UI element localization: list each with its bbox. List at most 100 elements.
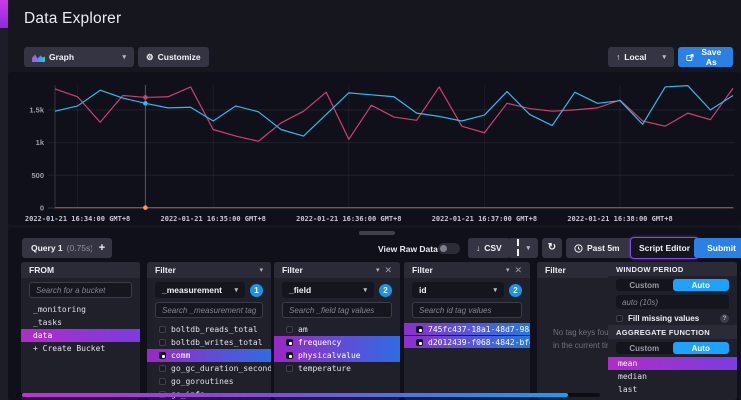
id-search-input[interactable]	[412, 302, 522, 318]
selected-count-badge: 2	[509, 284, 522, 297]
download-icon: ↓	[476, 244, 480, 253]
tag-value-item[interactable]: am	[274, 323, 400, 336]
tag-value-item-selected[interactable]: 745fc437-18a1-48d7-98a6-7…	[404, 323, 530, 335]
customize-label: Customize	[158, 52, 201, 62]
tag-value-item-selected[interactable]: comm	[147, 349, 271, 362]
add-query-button[interactable]: +	[92, 238, 112, 258]
close-icon[interactable]: ✕	[384, 265, 392, 276]
tag-key-dropdown[interactable]: _measurement ▾	[155, 282, 245, 298]
toggle-knob	[440, 245, 447, 252]
pause-button[interactable]: ▾	[508, 238, 538, 258]
tag-value-item[interactable]: go_goroutines	[147, 375, 271, 388]
svg-text:2022-01-21 16:36:00 GMT+8: 2022-01-21 16:36:00 GMT+8	[296, 215, 401, 223]
tag-value-item[interactable]: boltdb_writes_total	[147, 336, 271, 349]
tag-value-item[interactable]: boltdb_reads_total	[147, 323, 271, 336]
refresh-icon: ↻	[548, 243, 556, 253]
checkbox	[159, 378, 166, 385]
time-series-chart[interactable]: 05001k1.5k2022-01-21 16:34:00 GMT+82022-…	[8, 72, 741, 225]
horizontal-scrollbar-thumb[interactable]	[22, 393, 568, 397]
tag-value-item-selected[interactable]: physicalvalue	[274, 349, 400, 362]
view-type-label: Graph	[49, 52, 74, 62]
write-target-dropdown[interactable]: ↑ Local ▾	[608, 47, 674, 67]
tag-value-label: boltdb_reads_total	[171, 325, 258, 334]
tag-key-dropdown[interactable]: _field ▾	[282, 282, 374, 298]
filter-card-header: Filter ▾	[147, 262, 271, 278]
refresh-button[interactable]: ↻	[542, 238, 562, 258]
csv-download-button[interactable]: ↓ CSV	[468, 238, 510, 258]
collapse-chevron-icon[interactable]: ▾	[376, 267, 380, 274]
tag-value-label: temperature	[298, 364, 351, 373]
bucket-item[interactable]: _tasks	[21, 316, 140, 329]
svg-text:500: 500	[31, 171, 44, 180]
auto-option[interactable]: Auto	[673, 342, 730, 354]
field-list: am frequency physicalvalue temperature	[274, 323, 400, 375]
svg-text:2022-01-21 16:35:00 GMT+8: 2022-01-21 16:35:00 GMT+8	[161, 215, 266, 223]
function-item-selected[interactable]: mean	[608, 357, 737, 370]
horizontal-scrollbar-track	[16, 393, 600, 397]
customize-button[interactable]: ⚙ Customize	[138, 47, 209, 67]
collapse-chevron-icon[interactable]: ▾	[259, 267, 263, 274]
close-icon[interactable]: ✕	[514, 265, 522, 276]
tag-key-label: _measurement	[162, 285, 222, 295]
tag-value-item-selected[interactable]: d2012439-f068-4842-bfef-8…	[404, 336, 530, 348]
nav-rail[interactable]	[0, 0, 8, 400]
tag-value-item[interactable]: go_gc_duration_seconds	[147, 362, 271, 375]
measurement-search-input[interactable]	[155, 302, 263, 318]
checkbox-checked	[286, 339, 293, 346]
tag-value-label: boltdb_writes_total	[171, 338, 263, 347]
save-as-button[interactable]: Save As	[678, 47, 733, 67]
page-title: Data Explorer	[24, 10, 121, 28]
window-period-input[interactable]	[616, 295, 729, 309]
id-list: 745fc437-18a1-48d7-98a6-7… d2012439-f068…	[404, 323, 530, 348]
collapse-chevron-icon[interactable]: ▾	[506, 267, 510, 274]
help-icon[interactable]: ?	[720, 314, 729, 323]
bucket-label: _monitoring	[33, 305, 86, 314]
filter-title: Filter	[282, 265, 303, 275]
tag-key-dropdown[interactable]: id ▾	[412, 282, 504, 298]
function-item[interactable]: last	[608, 383, 737, 396]
selected-count-badge: 2	[379, 284, 392, 297]
window-period-header: WINDOW PERIOD	[608, 262, 737, 276]
fill-missing-values-row: Fill missing values ?	[616, 313, 729, 323]
field-search-input[interactable]	[282, 302, 392, 318]
create-bucket-button[interactable]: + Create Bucket	[21, 342, 140, 355]
gear-icon: ⚙	[146, 53, 154, 62]
bucket-label: _tasks	[33, 318, 62, 327]
script-editor-button[interactable]: Script Editor	[630, 237, 699, 259]
custom-option[interactable]: Custom	[616, 279, 673, 291]
tag-key-label: id	[419, 285, 427, 295]
query-tab[interactable]: Query 1 (0.75s)	[22, 238, 102, 258]
tag-value-label: frequency	[298, 338, 341, 347]
checkbox-checked	[159, 352, 166, 359]
chevron-down-icon: ▾	[363, 287, 367, 294]
checkbox	[286, 326, 293, 333]
write-target-label: Local	[624, 52, 646, 62]
bucket-label: data	[33, 331, 52, 340]
view-type-dropdown[interactable]: Graph ▾	[24, 47, 134, 67]
function-item[interactable]: median	[608, 370, 737, 383]
from-title: FROM	[29, 265, 54, 275]
checkbox	[159, 339, 166, 346]
bucket-item[interactable]: _monitoring	[21, 303, 140, 316]
filter-title: Filter	[545, 265, 566, 275]
tag-value-label: am	[298, 325, 308, 334]
time-range-label: Past 5m	[587, 243, 620, 253]
svg-text:1.5k: 1.5k	[29, 105, 44, 114]
view-raw-data-toggle[interactable]	[438, 243, 460, 254]
svg-text:2022-01-21 16:34:00 GMT+8: 2022-01-21 16:34:00 GMT+8	[25, 215, 130, 223]
custom-option[interactable]: Custom	[616, 342, 673, 354]
bucket-search-input[interactable]	[29, 282, 132, 298]
bucket-item-selected[interactable]: data	[21, 329, 140, 342]
tag-value-item[interactable]: temperature	[274, 362, 400, 375]
submit-button[interactable]: Submit	[694, 238, 741, 258]
checkbox[interactable]	[616, 315, 623, 322]
filter-field-card: Filter ▾ ✕ _field ▾ 2 am frequency physi…	[274, 262, 400, 400]
graph-panel: 05001k1.5k2022-01-21 16:34:00 GMT+82022-…	[8, 72, 741, 225]
tag-value-label: comm	[171, 351, 190, 360]
auto-option[interactable]: Auto	[673, 279, 730, 291]
tag-value-item-selected[interactable]: frequency	[274, 336, 400, 349]
tag-value-label: physicalvalue	[298, 351, 361, 360]
resize-drag-handle[interactable]	[359, 231, 395, 235]
filter-title: Filter	[155, 265, 176, 275]
export-icon	[686, 53, 694, 62]
